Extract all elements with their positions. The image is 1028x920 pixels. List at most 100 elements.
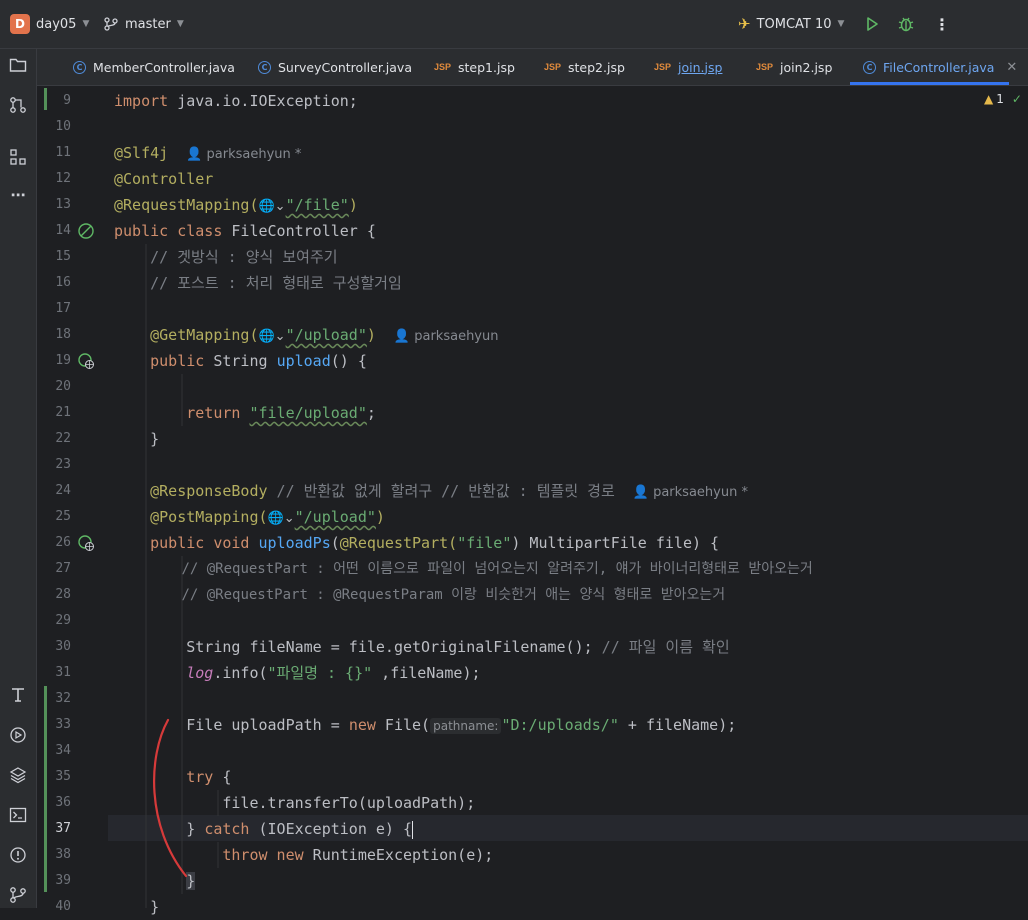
tab-join-jsp[interactable]: JSP join.jsp (654, 49, 722, 85)
tab-file-controller[interactable]: C FileController.java ✕ (863, 49, 1017, 85)
globe-icon[interactable]: 🌐⌄ (268, 511, 295, 526)
more-options-icon[interactable]: ⋮ (934, 12, 950, 36)
tab-label: SurveyController.java (278, 59, 412, 75)
project-folder-icon[interactable] (6, 53, 30, 77)
string: "/upload" (294, 508, 376, 526)
code-line: return "file/upload"; (114, 400, 376, 426)
more-tools-icon[interactable]: ⋯ (6, 183, 30, 207)
globe-icon[interactable]: 🌐⌄ (259, 329, 286, 344)
terminal-icon[interactable] (6, 803, 30, 827)
project-name: day05 (36, 16, 77, 32)
line-number: 15 (55, 249, 71, 264)
line-number: 24 (55, 483, 71, 498)
globe-icon[interactable]: 🌐⌄ (259, 199, 286, 214)
warning-icon: ▲ (984, 92, 994, 106)
annotation: @Controller (114, 170, 214, 188)
commit-icon[interactable] (6, 93, 30, 117)
services-icon[interactable] (6, 723, 30, 747)
comment: // @RequestPart : @RequestParam 이랑 비슷한거 … (114, 582, 725, 608)
string: "파일명 : {}" (267, 664, 373, 682)
comment: // 겟방식 : 양식 보여주기 (114, 248, 338, 266)
annotation: @GetMapping( (150, 326, 259, 344)
author-name: parksaehyun (414, 329, 499, 344)
run-config-selector[interactable]: ✈ TOMCAT 10 ▼ (738, 12, 844, 36)
editor-gutter: 9 10 11 12 13 14 15 16 17 18 19 20 21 22… (37, 86, 107, 914)
inspection-widget[interactable]: ▲ 1 ✓ (984, 92, 1022, 106)
line-number: 34 (55, 743, 71, 758)
endpoints-icon[interactable] (6, 683, 30, 707)
comment: // 파일 이름 확인 (592, 638, 730, 656)
code-line: @Slf4j 👤 parksaehyun * (114, 140, 301, 166)
red-arc-annotation (152, 718, 188, 878)
line-number: 27 (55, 561, 71, 576)
tab-survey-controller[interactable]: C SurveyController.java (258, 49, 412, 85)
line-number: 18 (55, 327, 71, 342)
code-line: } (114, 426, 159, 452)
jsp-icon: JSP (756, 62, 774, 72)
comment-text: // @RequestPart : 어떤 이름으로 파일이 넘어오는지 알려주기… (181, 561, 813, 577)
line-number: 39 (55, 873, 71, 888)
keyword: public class (114, 222, 223, 240)
code-line: public String upload() { (114, 348, 367, 374)
code-text: String (204, 352, 277, 370)
chevron-down-icon: ▼ (82, 19, 90, 29)
layers-icon[interactable] (6, 763, 30, 787)
annotation: @ResponseBody (150, 482, 268, 500)
tool-window-bar: ⋯ (0, 49, 37, 908)
close-icon[interactable]: ✕ (1006, 60, 1017, 75)
annotation: @Slf4j (114, 144, 169, 162)
line-number: 35 (55, 769, 71, 784)
debug-icon (898, 17, 914, 32)
line-number: 21 (55, 405, 71, 420)
line-number-current: 37 (55, 821, 71, 836)
line-number: 10 (55, 119, 71, 134)
code-text: } (150, 430, 160, 448)
code-line: File uploadPath = new File(pathname: "D:/… (114, 712, 736, 738)
tab-member-controller[interactable]: C MemberController.java (73, 49, 235, 85)
parameter-hint: pathname: (430, 718, 502, 734)
tab-label: step2.jsp (568, 59, 625, 75)
tab-step1-jsp[interactable]: JSP step1.jsp (434, 49, 515, 85)
method-name: upload (276, 352, 331, 370)
code-text: ; (366, 404, 376, 422)
code-editor[interactable]: import java.io.IOException; @Slf4j 👤 park… (108, 86, 1028, 916)
run-icon (867, 17, 878, 31)
web-endpoint-icon[interactable] (77, 352, 95, 374)
spring-bean-icon[interactable] (77, 222, 95, 244)
problems-icon[interactable] (6, 843, 30, 867)
code-text: RuntimeException(e); (303, 846, 494, 864)
code-text: File uploadPath = (186, 716, 349, 734)
annotation: ) (348, 196, 358, 214)
text-cursor (412, 820, 414, 839)
line-number: 17 (55, 301, 71, 316)
code-line: public void uploadPs(@RequestPart("file"… (114, 530, 719, 556)
comment: // 반환값 없게 할려구 // 반환값 : 템플릿 경로 (267, 482, 615, 500)
code-text: + fileName); (618, 716, 737, 734)
line-number: 20 (55, 379, 71, 394)
structure-icon[interactable] (6, 145, 30, 169)
code-line: } (114, 894, 159, 920)
keyword: new (348, 716, 376, 734)
tab-label: FileController.java (883, 59, 995, 75)
jsp-icon: JSP (434, 62, 452, 72)
author-hint: 👤 parksaehyun (394, 329, 499, 344)
tab-step2-jsp[interactable]: JSP step2.jsp (544, 49, 625, 85)
debug-button[interactable] (897, 12, 915, 36)
comment: // @RequestPart : 어떤 이름으로 파일이 넘어오는지 알려주기… (114, 556, 813, 582)
author-hint: 👤 parksaehyun * (633, 485, 748, 500)
line-number: 9 (63, 93, 71, 108)
string: "/file" (285, 196, 349, 214)
jsp-icon: JSP (654, 62, 672, 72)
method-name: uploadPs (258, 534, 331, 552)
line-number: 19 (55, 353, 71, 368)
line-number: 40 (55, 899, 71, 914)
code-line: String fileName = file.getOriginalFilena… (114, 634, 730, 660)
git-icon[interactable] (6, 883, 30, 907)
line-number: 22 (55, 431, 71, 446)
branch-selector[interactable]: master ▼ (104, 12, 184, 36)
web-endpoint-icon[interactable] (77, 534, 95, 556)
run-button[interactable] (864, 12, 880, 36)
tab-join2-jsp[interactable]: JSP join2.jsp (756, 49, 832, 85)
author-name: parksaehyun * (206, 147, 302, 162)
project-selector[interactable]: D day05 ▼ (10, 12, 89, 36)
